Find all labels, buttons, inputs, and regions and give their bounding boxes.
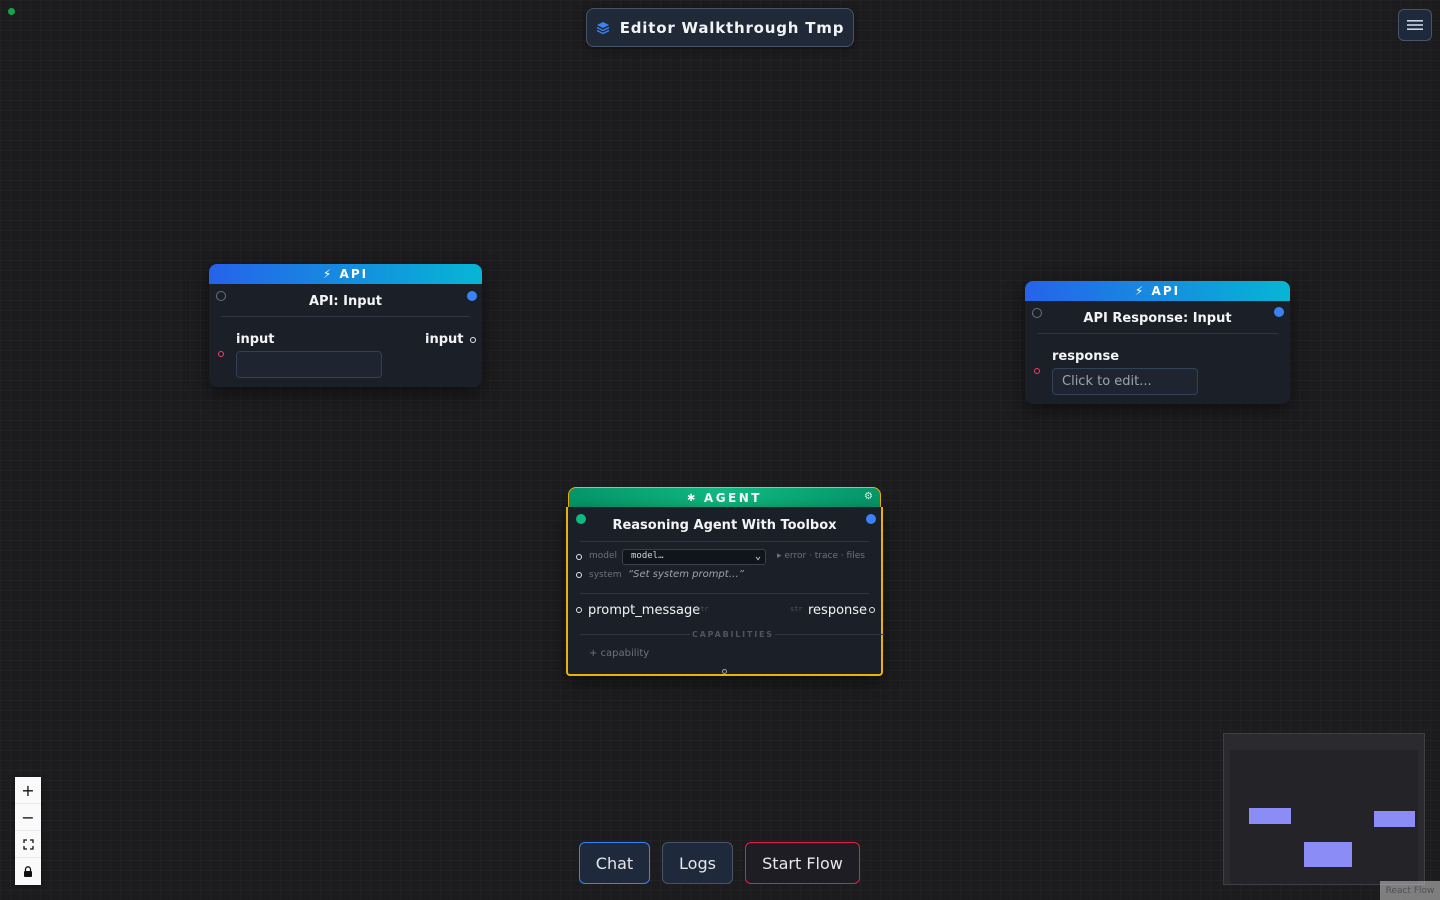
node-title: API: Input [308, 294, 383, 309]
api-badge: ⚡ API [1025, 281, 1290, 301]
divider [775, 634, 885, 635]
chevron-down-icon: ⌄ [754, 551, 761, 562]
lock-button[interactable] [15, 858, 41, 885]
model-value: model… [631, 551, 664, 561]
node-title: Reasoning Agent With Toolbox [612, 518, 837, 533]
node-title: API Response: Input [1083, 311, 1232, 326]
divider [580, 593, 869, 594]
field-label-input: input [236, 332, 275, 347]
meta-links[interactable]: ▸ error · trace · files [777, 551, 865, 561]
divider [221, 316, 470, 317]
divider [580, 541, 869, 542]
logs-button[interactable]: Logs [662, 842, 733, 884]
node-input-handle[interactable] [576, 514, 586, 524]
system-prompt-field[interactable]: “Set system prompt…” [628, 569, 744, 580]
bottom-port[interactable] [722, 669, 727, 674]
node-input-handle[interactable] [216, 291, 226, 301]
fit-view-button[interactable] [15, 831, 41, 858]
input-port[interactable] [218, 351, 224, 357]
capabilities-title: CAPABILITIES [692, 630, 774, 639]
divider [1037, 333, 1278, 334]
attribution-link[interactable]: React Flow [1380, 881, 1440, 900]
prompt-message-label: prompt_message [588, 603, 701, 618]
model-select[interactable]: model… ⌄ [622, 549, 766, 565]
prompt-message-port[interactable] [576, 607, 582, 613]
minimap-node-api-response [1374, 811, 1415, 827]
layers-icon [596, 21, 610, 35]
zoom-out-button[interactable]: − [15, 804, 41, 831]
node-output-handle[interactable] [866, 514, 876, 524]
minimap-node-api-input [1249, 808, 1291, 824]
agent-icon: ✱ [687, 492, 698, 504]
start-flow-button[interactable]: Start Flow [745, 842, 860, 884]
input-port[interactable] [1034, 368, 1040, 374]
agent-header: ✱ AGENT ⚙ [568, 487, 881, 508]
api-response-node[interactable]: ⚡ API API Response: Input response Click… [1025, 281, 1290, 404]
node-input-handle[interactable] [1032, 308, 1042, 318]
divider [580, 634, 690, 635]
response-label: response [808, 603, 868, 618]
output-label-input: input [425, 332, 464, 347]
status-indicator [8, 8, 15, 15]
response-field[interactable]: Click to edit... [1052, 368, 1198, 395]
flow-title: Editor Walkthrough Tmp [619, 18, 845, 37]
flow-title-pill[interactable]: Editor Walkthrough Tmp [586, 8, 854, 47]
model-label: model [589, 551, 618, 561]
agent-node[interactable]: Reasoning Agent With Toolbox model model… [566, 507, 885, 676]
minimap-node-agent [1304, 842, 1352, 867]
gear-icon[interactable]: ⚙ [864, 491, 873, 502]
zoom-controls: + − [15, 777, 41, 885]
system-label: system [589, 570, 622, 580]
minimap-viewport [1230, 750, 1418, 884]
output-port[interactable] [470, 337, 476, 343]
agent-badge: AGENT [703, 491, 762, 505]
minimap[interactable] [1223, 733, 1425, 885]
node-output-handle[interactable] [1274, 307, 1284, 317]
chat-button[interactable]: Chat [579, 842, 650, 884]
input-field[interactable] [236, 351, 382, 378]
model-port[interactable] [576, 554, 582, 560]
response-port[interactable] [869, 607, 875, 613]
node-output-handle[interactable] [467, 291, 477, 301]
input-type-tag: str [696, 605, 709, 613]
hamburger-icon [1407, 16, 1423, 35]
api-badge: ⚡ API [209, 264, 482, 284]
add-capability-button[interactable]: + capability [589, 648, 649, 659]
zoom-in-button[interactable]: + [15, 777, 41, 804]
menu-button[interactable] [1398, 9, 1432, 41]
fit-view-icon [22, 835, 34, 854]
lock-icon [23, 862, 33, 881]
api-input-node[interactable]: ⚡ API API: Input input input [209, 264, 482, 387]
system-port[interactable] [576, 572, 582, 578]
field-label-response: response [1052, 349, 1120, 364]
output-type-tag: str [790, 605, 803, 613]
